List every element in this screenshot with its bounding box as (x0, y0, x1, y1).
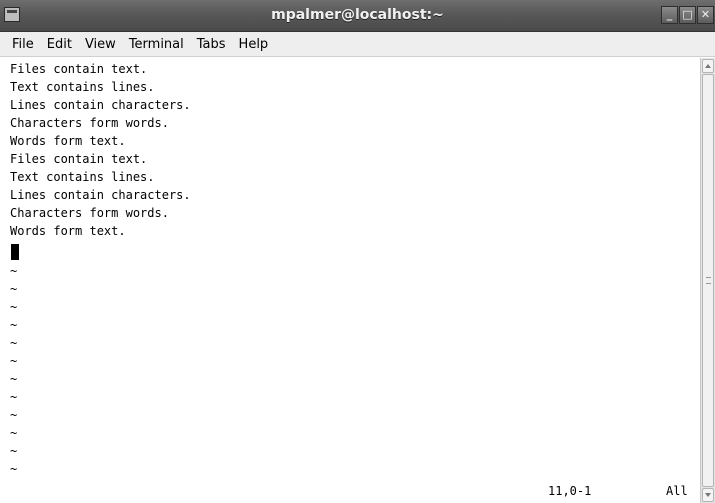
window-controls: _ □ ✕ (661, 6, 714, 24)
empty-line-tilde: ~ (10, 300, 18, 314)
buffer-line: Files contain text. (10, 152, 148, 166)
scroll-position-status: All (666, 484, 688, 498)
maximize-button[interactable]: □ (679, 6, 696, 24)
empty-line-tilde: ~ (10, 354, 18, 368)
close-button[interactable]: ✕ (697, 6, 714, 24)
vertical-scrollbar[interactable] (700, 58, 715, 503)
buffer-line: Text contains lines. (10, 170, 155, 184)
empty-line-tilde: ~ (10, 372, 18, 386)
buffer-line: Words form text. (10, 134, 126, 148)
grip-icon (706, 277, 711, 284)
empty-line-tilde: ~ (10, 462, 18, 476)
empty-line-tilde: ~ (10, 426, 18, 440)
buffer-line: Words form text. (10, 224, 126, 238)
buffer-line: Characters form words. (10, 206, 169, 220)
scroll-down-button[interactable] (702, 488, 714, 502)
title-bar[interactable]: mpalmer@localhost:~ _ □ ✕ (0, 0, 715, 32)
empty-line-tilde: ~ (10, 264, 18, 278)
arrow-up-icon (705, 64, 711, 68)
empty-line-tilde: ~ (10, 318, 18, 332)
empty-line-tilde: ~ (10, 408, 18, 422)
scroll-up-button[interactable] (702, 59, 714, 73)
menu-view[interactable]: View (85, 32, 116, 57)
arrow-down-icon (705, 493, 711, 497)
buffer-line: Text contains lines. (10, 80, 155, 94)
menu-terminal[interactable]: Terminal (129, 32, 184, 57)
menu-tabs[interactable]: Tabs (197, 32, 226, 57)
empty-line-tilde: ~ (10, 336, 18, 350)
menu-edit[interactable]: Edit (47, 32, 72, 57)
menu-help[interactable]: Help (239, 32, 269, 57)
scrollbar-thumb[interactable] (702, 74, 714, 487)
terminal-text-area[interactable]: Files contain text. Text contains lines.… (0, 58, 700, 503)
cursor-position-status: 11,0-1 (548, 484, 592, 498)
buffer-line: Files contain text. (10, 62, 148, 76)
buffer-line: Lines contain characters. (10, 98, 191, 112)
window-title: mpalmer@localhost:~ (271, 7, 444, 23)
buffer-line: Characters form words. (10, 116, 169, 130)
empty-line-tilde: ~ (10, 282, 18, 296)
menu-bar: File Edit View Terminal Tabs Help (0, 32, 715, 57)
text-cursor (11, 244, 19, 260)
empty-line-tilde: ~ (10, 444, 18, 458)
minimize-button[interactable]: _ (661, 6, 678, 24)
buffer-line: Lines contain characters. (10, 188, 191, 202)
terminal-window: mpalmer@localhost:~ _ □ ✕ File Edit View… (0, 0, 715, 503)
empty-line-tilde: ~ (10, 390, 18, 404)
menu-file[interactable]: File (12, 32, 34, 57)
